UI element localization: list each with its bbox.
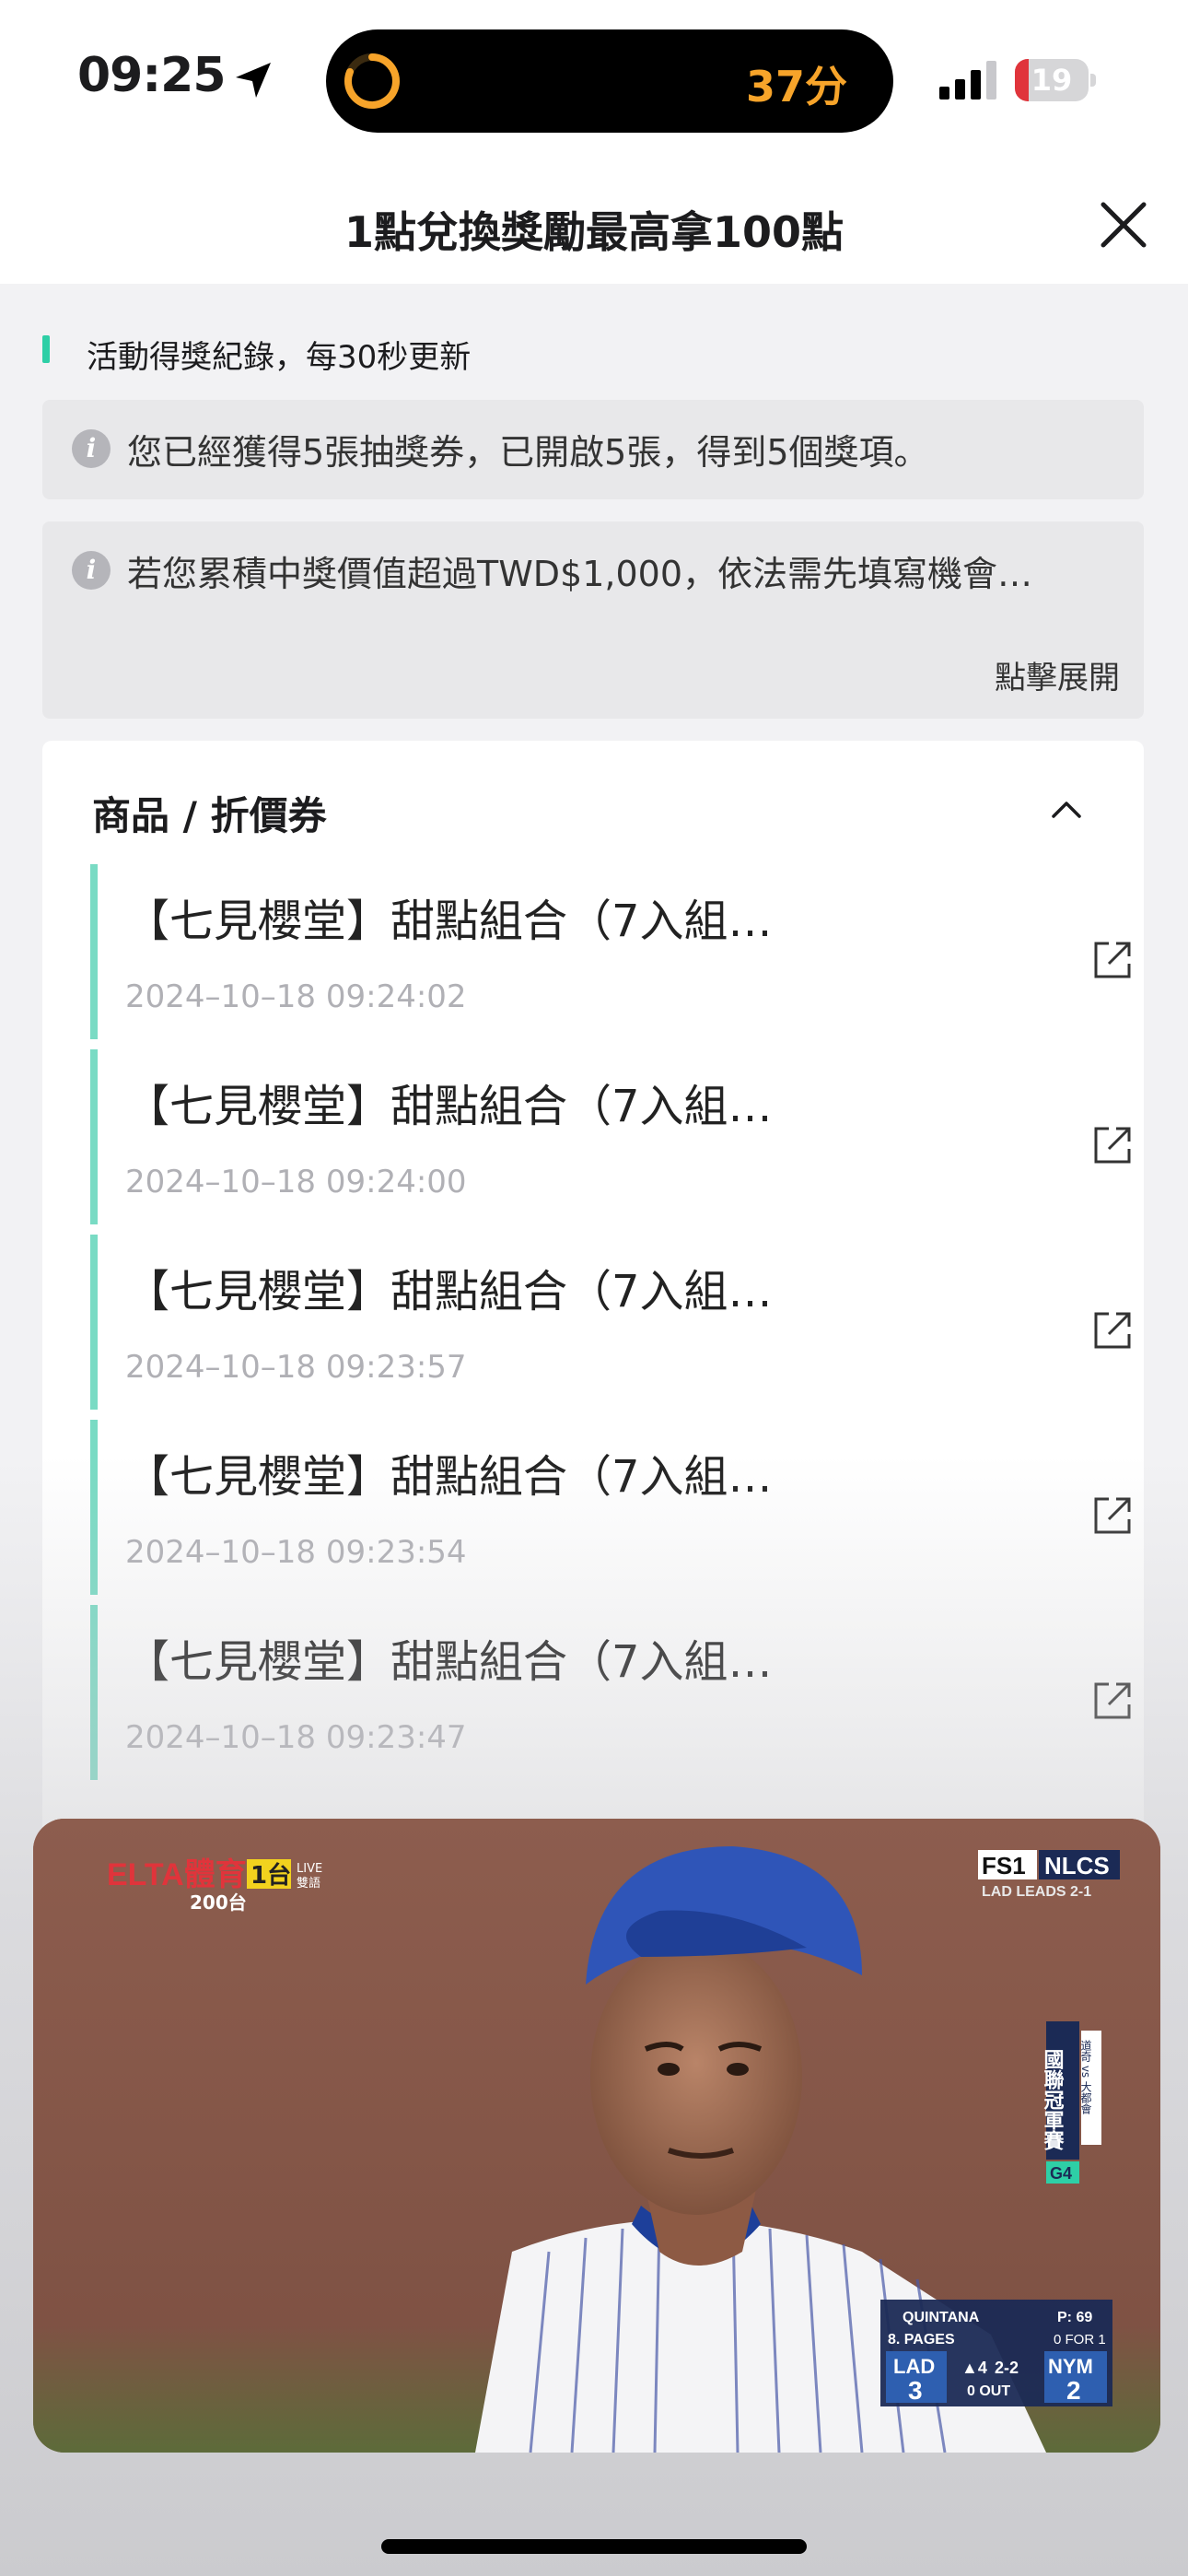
record-item[interactable]: 【七見櫻堂】甜點組合（7入組… 2024–10–18 09:23:47: [90, 1605, 1131, 1780]
channel-sub: 200台: [190, 1891, 247, 1914]
info-icon: i: [72, 551, 111, 590]
series-status: LAD LEADS 2-1: [982, 1884, 1091, 1900]
battery-level: 19: [1031, 63, 1073, 98]
home-team: NYM: [1048, 2355, 1093, 2378]
section-accent-bar: [42, 335, 50, 363]
external-link-icon[interactable]: [1090, 1123, 1135, 1167]
info-notice-text: 您已經獲得5張抽獎券，已開啟5張，得到5個獎項。: [127, 432, 929, 473]
channel-number: 1台: [250, 1861, 291, 1890]
batter-stat: 0 FOR 1: [1054, 2332, 1106, 2348]
cellular-signal-icon: [939, 61, 996, 100]
home-score: 2: [1066, 2376, 1081, 2405]
record-item[interactable]: 【七見櫻堂】甜點組合（7入組… 2024–10–18 09:24:02: [90, 864, 1131, 1039]
external-link-icon[interactable]: [1090, 1493, 1135, 1538]
language-label: 雙語: [297, 1876, 320, 1891]
network-logo: FS1: [982, 1852, 1026, 1879]
batter-name: 8. PAGES: [888, 2332, 955, 2348]
info-icon: i: [72, 429, 111, 468]
chevron-up-icon[interactable]: [1046, 790, 1087, 831]
expand-link[interactable]: 點擊展開: [995, 652, 1120, 697]
battery-icon: 19: [1015, 59, 1096, 101]
external-link-icon[interactable]: [1090, 1308, 1135, 1352]
away-score: 3: [908, 2376, 923, 2405]
game-number: G4: [1050, 2164, 1072, 2183]
page-header: 1點兌換獎勵最高拿100點: [0, 164, 1188, 284]
status-bar: 09:25 37分 19: [0, 0, 1188, 164]
info-notice-tickets: i 您已經獲得5張抽獎券，已開啟5張，得到5個獎項。: [42, 400, 1144, 499]
section-heading-text: 活動得獎紀錄，每30秒更新: [87, 339, 472, 376]
live-label: LIVE: [297, 1862, 322, 1876]
status-time: 09:25: [77, 48, 227, 103]
pitch-count-balls-strikes: 2-2: [995, 2359, 1019, 2377]
record-time: 2024–10–18 09:23:54: [125, 1534, 467, 1571]
pitcher-name: QUINTANA: [903, 2310, 980, 2325]
series-teams: 道奇 vs 大都會: [1079, 2040, 1092, 2115]
close-icon[interactable]: [1096, 197, 1151, 252]
page-title: 1點兌換獎勵最高拿100點: [344, 207, 844, 257]
record-name: 【七見櫻堂】甜點組合（7入組…: [125, 1266, 773, 1317]
info-notice-tax: i 若您累積中獎價值超過TWD$1,000，依法需先填寫機會… 點擊展開: [42, 521, 1144, 719]
outs: 0 OUT: [967, 2383, 1010, 2399]
record-name: 【七見櫻堂】甜點組合（7入組…: [125, 1451, 773, 1503]
away-team: LAD: [893, 2355, 935, 2378]
island-score: 37分: [746, 62, 848, 111]
inning: ▲4: [961, 2359, 987, 2377]
record-item[interactable]: 【七見櫻堂】甜點組合（7入組… 2024–10–18 09:23:54: [90, 1420, 1131, 1595]
series-banner: 國聯冠軍賽: [1041, 2049, 1066, 2151]
record-item[interactable]: 【七見櫻堂】甜點組合（7入組… 2024–10–18 09:24:00: [90, 1049, 1131, 1224]
channel-logo: ELTA體育: [107, 1857, 247, 1892]
record-name: 【七見櫻堂】甜點組合（7入組…: [125, 896, 773, 947]
series-label: NLCS: [1044, 1852, 1110, 1879]
video-pip-player[interactable]: ELTA體育 1台 LIVE 雙語 200台 FS1 NLCS LAD LEAD…: [33, 1819, 1160, 2453]
record-item[interactable]: 【七見櫻堂】甜點組合（7入組… 2024–10–18 09:23:57: [90, 1235, 1131, 1410]
home-indicator[interactable]: [381, 2539, 807, 2554]
record-time: 2024–10–18 09:24:00: [125, 1164, 467, 1200]
pitch-count: P: 69: [1057, 2310, 1092, 2325]
record-name: 【七見櫻堂】甜點組合（7入組…: [125, 1636, 773, 1688]
progress-ring-icon: [344, 53, 400, 109]
external-link-icon[interactable]: [1090, 938, 1135, 982]
record-name: 【七見櫻堂】甜點組合（7入組…: [125, 1081, 773, 1132]
record-time: 2024–10–18 09:23:57: [125, 1349, 467, 1386]
card-title: 商品 / 折價券: [92, 793, 327, 838]
external-link-icon[interactable]: [1090, 1679, 1135, 1723]
location-arrow-icon: [236, 63, 271, 98]
prize-records-card: 商品 / 折價券 【七見櫻堂】甜點組合（7入組… 2024–10–18 09:2…: [42, 741, 1144, 1846]
info-notice-text: 若您累積中獎價值超過TWD$1,000，依法需先填寫機會…: [127, 554, 1033, 594]
record-time: 2024–10–18 09:24:02: [125, 978, 467, 1015]
video-frame: ELTA體育 1台 LIVE 雙語 200台 FS1 NLCS LAD LEAD…: [33, 1819, 1160, 2453]
record-time: 2024–10–18 09:23:47: [125, 1719, 467, 1756]
player-face: [590, 1938, 802, 2215]
